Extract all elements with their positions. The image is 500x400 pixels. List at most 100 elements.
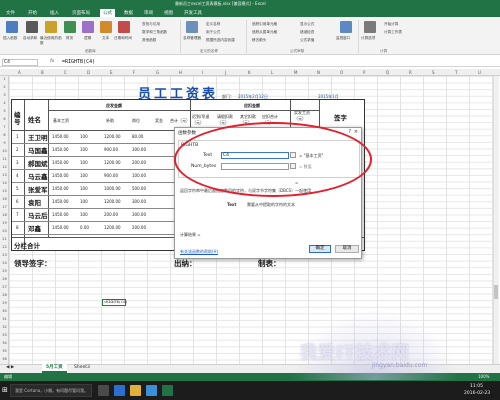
row-header[interactable]: 15 [1, 189, 8, 193]
row-header[interactable]: 10 [1, 149, 8, 153]
row-header[interactable]: 26 [1, 277, 8, 281]
column-header[interactable]: U [478, 70, 481, 75]
row-header[interactable]: 11 [1, 157, 8, 161]
post-pay-cell[interactable]: 200.00 [104, 212, 118, 217]
start-icon[interactable]: ⊞ [2, 386, 8, 394]
row-header[interactable]: 7 [1, 125, 8, 129]
error-checking-item[interactable]: 错误检查 [300, 30, 314, 35]
row-header[interactable]: 5 [1, 109, 8, 113]
name-box[interactable]: C4 [2, 59, 38, 66]
cancel-button[interactable]: 取消 [335, 245, 359, 253]
employee-name[interactable]: 张爱军 [28, 184, 48, 194]
column-header[interactable]: D [87, 70, 90, 75]
employee-number[interactable]: 4 [16, 173, 19, 178]
basic-pay-cell[interactable]: 1450.00 [52, 212, 69, 217]
row-header[interactable]: 31 [1, 317, 8, 321]
autosum-icon[interactable] [26, 21, 38, 33]
post-pay-cell[interactable]: 1200.00 [104, 134, 121, 139]
edge-icon[interactable] [114, 385, 125, 396]
row-header[interactable]: 19 [1, 221, 8, 225]
column-header[interactable]: M [294, 70, 297, 75]
tab-formulas[interactable]: 公式 [100, 9, 115, 17]
column-header[interactable]: K [248, 70, 251, 75]
employee-number[interactable]: 8 [16, 225, 19, 230]
tab-review[interactable]: 审阅 [144, 10, 153, 16]
row-header[interactable]: 17 [1, 205, 8, 209]
bonus-cell[interactable]: 300.00 [132, 199, 146, 204]
store-icon[interactable] [146, 385, 157, 396]
name-manager-icon[interactable] [186, 21, 198, 33]
watch-window-icon[interactable] [340, 21, 352, 33]
trace-dependents-item[interactable]: 追踪从属单元格 [252, 30, 277, 35]
cortana-search[interactable]: 我是 Cortana，小娜。有问题尽管问我。 [10, 384, 92, 397]
basic-pay-cell[interactable]: 1450.00 [52, 186, 69, 191]
column-header[interactable]: R [409, 70, 412, 75]
vertical-scrollbar[interactable] [493, 76, 499, 364]
task-view-icon[interactable] [98, 385, 109, 396]
employee-name[interactable]: 王卫明 [28, 132, 48, 142]
explorer-icon[interactable] [130, 385, 141, 396]
close-icon[interactable]: × [354, 129, 358, 135]
row-header[interactable]: 23 [1, 253, 8, 257]
employee-number[interactable]: 2 [16, 147, 19, 152]
help-icon[interactable]: ? [348, 129, 351, 135]
scroll-thumb[interactable] [494, 285, 498, 299]
column-header[interactable]: G [156, 70, 159, 75]
text-functions-icon[interactable] [100, 21, 112, 33]
row-header[interactable]: 21 [1, 237, 8, 241]
remove-arrows-item[interactable]: 移去箭头 [252, 38, 266, 43]
employee-number[interactable]: 5 [16, 186, 19, 191]
sheet-nav-icon[interactable]: ◀ ▶ [2, 364, 18, 373]
column-header[interactable]: H [179, 70, 182, 75]
row-header[interactable]: 35 [1, 349, 8, 353]
column-header[interactable]: O [340, 70, 343, 75]
post-pay-cell[interactable]: 1200.00 [104, 199, 121, 204]
row-header[interactable]: 3 [1, 93, 8, 97]
excel-taskbar-icon[interactable] [162, 385, 173, 396]
row-header[interactable]: 25 [1, 269, 8, 273]
row-header[interactable]: 33 [1, 333, 8, 337]
evaluate-formula-item[interactable]: 公式求值 [300, 38, 314, 43]
row-header[interactable]: 27 [1, 285, 8, 289]
recent-functions-icon[interactable] [45, 21, 57, 33]
zoom-level[interactable]: 100% [478, 374, 489, 379]
column-header[interactable]: S [432, 70, 435, 75]
employee-number[interactable]: 1 [16, 134, 19, 139]
row-header[interactable]: 34 [1, 341, 8, 345]
post-pay-cell[interactable]: 900.00 [104, 147, 118, 152]
column-header[interactable]: B [41, 70, 44, 75]
define-name-item[interactable]: 定义名称 [206, 22, 220, 27]
employee-name[interactable]: 袁阳 [28, 197, 41, 207]
column-header[interactable]: N [317, 70, 320, 75]
row-header[interactable]: 8 [1, 133, 8, 137]
tab-developer[interactable]: 开发工具 [184, 10, 202, 16]
tab-file[interactable]: 文件 [6, 10, 15, 16]
sheet-tab-may[interactable]: 5月工资 [42, 364, 67, 373]
employee-number[interactable]: 3 [16, 160, 19, 165]
employee-number[interactable]: 6 [16, 199, 19, 204]
employee-name[interactable]: 邓鑫 [28, 223, 41, 233]
editing-cell[interactable]: =RIGHTB(C4) [102, 299, 127, 306]
row-header[interactable]: 12 [1, 165, 8, 169]
formula-input[interactable]: =RIGHTB(C4) [62, 59, 95, 65]
tab-insert[interactable]: 插入 [50, 10, 59, 16]
row-header[interactable]: 24 [1, 261, 8, 265]
tab-home[interactable]: 开始 [28, 10, 37, 16]
row-header[interactable]: 22 [1, 245, 8, 249]
column-header[interactable]: C [64, 70, 67, 75]
tab-view[interactable]: 视图 [164, 10, 173, 16]
subsidy-cell[interactable]: 100 [80, 186, 88, 191]
sheet-tab-sheet3[interactable]: Sheet3 [70, 364, 94, 373]
basic-pay-cell[interactable]: 1450.00 [52, 199, 69, 204]
basic-pay-cell[interactable]: 1450.00 [52, 134, 69, 139]
subsidy-cell[interactable]: 100 [80, 160, 88, 165]
calc-options-icon[interactable] [364, 21, 376, 33]
bonus-cell[interactable]: 500.00 [132, 186, 146, 191]
tab-data[interactable]: 数据 [124, 10, 133, 16]
basic-pay-cell[interactable]: 1450.00 [52, 173, 69, 178]
column-header[interactable]: E [110, 70, 113, 75]
column-header[interactable]: A [18, 70, 21, 75]
lookup-ref-item[interactable]: 查找与引用 [142, 22, 160, 27]
row-header[interactable]: 14 [1, 181, 8, 185]
bonus-cell[interactable]: 100.00 [132, 173, 146, 178]
